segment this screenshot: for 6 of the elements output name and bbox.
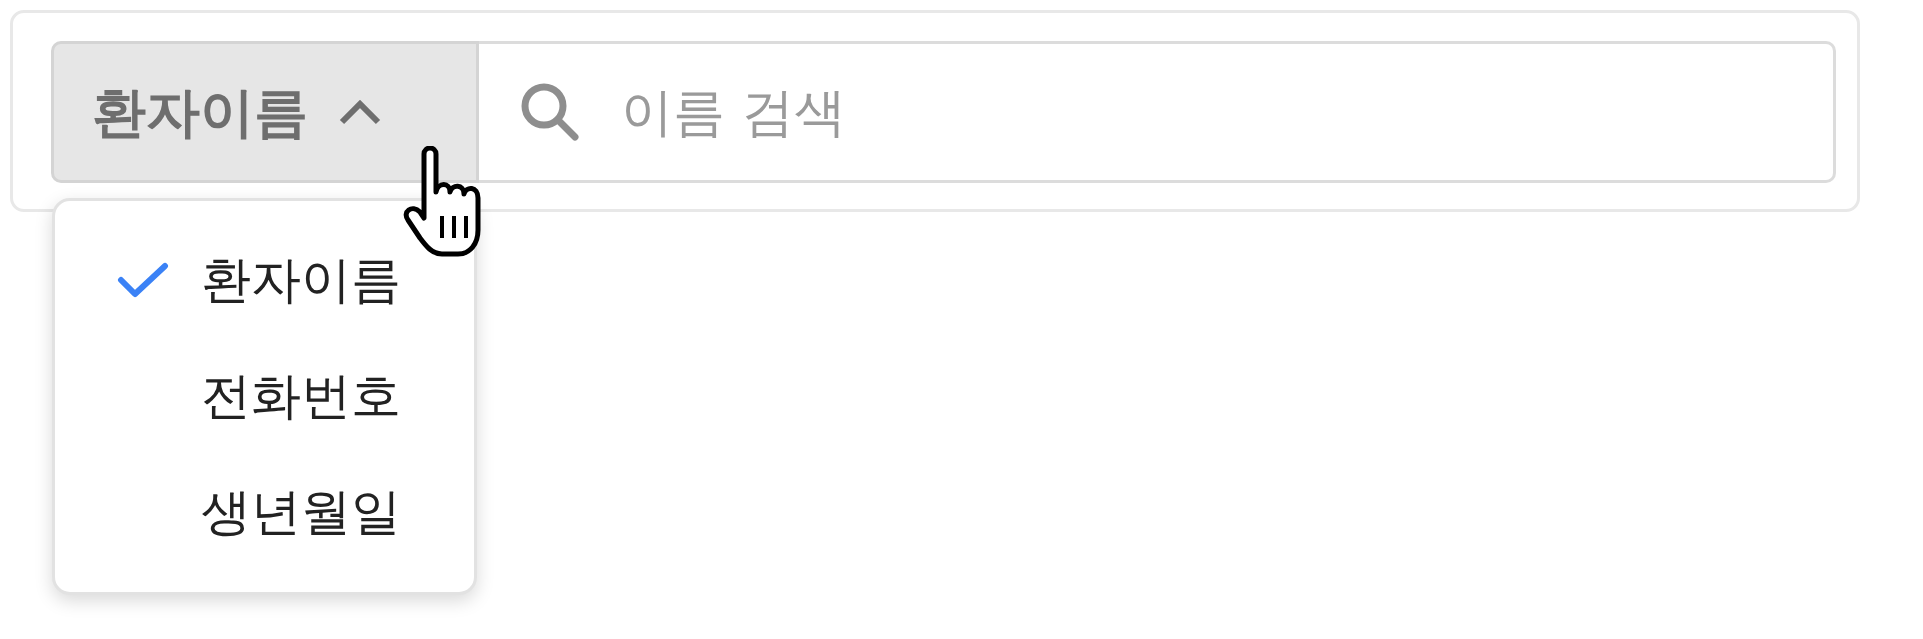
menu-item[interactable]: 환자이름 [55,223,474,339]
search-icon [519,81,581,143]
filter-dropdown-button[interactable]: 환자이름 [51,41,479,183]
chevron-icon [338,98,382,126]
menu-item[interactable]: 생년월일 [55,454,474,570]
menu-item[interactable]: 전화번호 [55,338,474,455]
